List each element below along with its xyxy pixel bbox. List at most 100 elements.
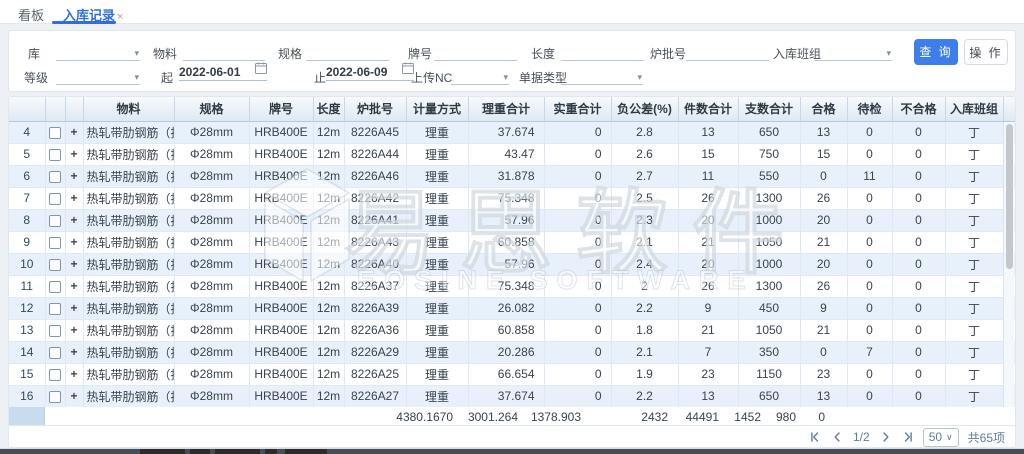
table-row[interactable]: 9+热轧带肋钢筋（抗震）Φ28mmHRB400E12m8226A43理重60.8… bbox=[9, 231, 1015, 253]
table-row[interactable]: 14+热轧带肋钢筋（抗震）Φ28mmHRB400E12m8226A29理重20.… bbox=[9, 341, 1015, 363]
cell-tol: 1.9 bbox=[611, 363, 678, 385]
warehouse-select[interactable]: ▾ bbox=[56, 41, 140, 61]
cell-material: 热轧带肋钢筋（抗震） bbox=[83, 385, 174, 407]
expand-row-icon[interactable]: + bbox=[70, 125, 77, 139]
row-checkbox[interactable] bbox=[49, 347, 61, 359]
material-input[interactable] bbox=[183, 41, 265, 61]
row-checkbox[interactable] bbox=[49, 193, 61, 205]
expand-row-icon[interactable]: + bbox=[70, 367, 77, 381]
batch-no-input[interactable] bbox=[686, 41, 769, 61]
cell-ok: 13 bbox=[800, 385, 847, 407]
cell-bars: 650 bbox=[738, 385, 800, 407]
cell-tol: 2.2 bbox=[611, 385, 678, 407]
expand-row-icon[interactable]: + bbox=[70, 213, 77, 227]
cell-tol: 2.8 bbox=[611, 121, 678, 143]
cell-cb bbox=[45, 319, 65, 341]
cell-no: 12 bbox=[9, 297, 45, 319]
cell-tol: 2.7 bbox=[611, 165, 678, 187]
table-row[interactable]: 12+热轧带肋钢筋（抗震）Φ28mmHRB400E12m8226A39理重26.… bbox=[9, 297, 1015, 319]
cell-bars: 1300 bbox=[738, 187, 800, 209]
cell-len: 12m bbox=[313, 319, 344, 341]
cell-pending: 0 bbox=[847, 275, 892, 297]
row-checkbox[interactable] bbox=[49, 171, 61, 183]
table-row[interactable]: 4+热轧带肋钢筋（抗震）Φ28mmHRB400E12m8226A45理重37.6… bbox=[9, 121, 1015, 143]
cell-bad: 0 bbox=[892, 253, 945, 275]
cell-spec: Φ28mm bbox=[174, 209, 249, 231]
table-row[interactable]: 7+热轧带肋钢筋（抗震）Φ28mmHRB400E12m8226A42理重75.3… bbox=[9, 187, 1015, 209]
prev-page-icon[interactable] bbox=[831, 431, 844, 443]
grade-select[interactable]: ▾ bbox=[56, 65, 140, 85]
cell-spec: Φ28mm bbox=[174, 165, 249, 187]
cell-cb bbox=[45, 297, 65, 319]
cell-pending: 11 bbox=[847, 165, 892, 187]
first-page-icon[interactable] bbox=[809, 431, 822, 443]
page-size-select[interactable]: 50∨ bbox=[923, 428, 959, 447]
table-row[interactable]: 5+热轧带肋钢筋（抗震）Φ28mmHRB400E12m8226A44理重43.4… bbox=[9, 143, 1015, 165]
cell-batch: 8226A45 bbox=[344, 121, 406, 143]
last-page-icon[interactable] bbox=[901, 431, 914, 443]
expand-row-icon[interactable]: + bbox=[70, 301, 77, 315]
calendar-icon[interactable] bbox=[255, 62, 267, 77]
cell-pieces: 21 bbox=[678, 231, 738, 253]
table-row[interactable]: 11+热轧带肋钢筋（抗震）Φ28mmHRB400E12m8226A37理重75.… bbox=[9, 275, 1015, 297]
close-tab-icon[interactable]: × bbox=[117, 11, 123, 23]
expand-row-icon[interactable]: + bbox=[70, 345, 77, 359]
next-page-icon[interactable] bbox=[879, 431, 892, 443]
row-checkbox[interactable] bbox=[49, 215, 61, 227]
date-from-input[interactable]: 2022-06-01 bbox=[179, 61, 267, 81]
table-row[interactable]: 15+热轧带肋钢筋（抗震）Φ28mmHRB400E12m8226A25理重66.… bbox=[9, 363, 1015, 385]
cell-pieces: 13 bbox=[678, 121, 738, 143]
table-row[interactable]: 8+热轧带肋钢筋（抗震）Φ28mmHRB400E12m8226A41理重57.9… bbox=[9, 209, 1015, 231]
expand-row-icon[interactable]: + bbox=[70, 279, 77, 293]
scrollbar-thumb[interactable] bbox=[1006, 124, 1013, 269]
row-checkbox[interactable] bbox=[49, 325, 61, 337]
inbound-team-select[interactable]: ▾ bbox=[814, 41, 892, 61]
doc-type-select[interactable]: ▾ bbox=[561, 65, 643, 85]
cell-ok: 0 bbox=[800, 165, 847, 187]
brand-input[interactable] bbox=[434, 41, 517, 61]
cell-plus: + bbox=[65, 121, 83, 143]
cell-bars: 1050 bbox=[738, 319, 800, 341]
cell-batch: 8226A42 bbox=[344, 187, 406, 209]
tab-kanban[interactable]: 看板 bbox=[18, 5, 44, 24]
expand-row-icon[interactable]: + bbox=[70, 389, 77, 403]
row-checkbox[interactable] bbox=[49, 303, 61, 315]
cell-ok: 20 bbox=[800, 209, 847, 231]
row-checkbox[interactable] bbox=[49, 281, 61, 293]
row-checkbox[interactable] bbox=[49, 127, 61, 139]
table-row[interactable]: 6+热轧带肋钢筋（抗震）Φ28mmHRB400E12m8226A46理重31.8… bbox=[9, 165, 1015, 187]
cell-team: 丁 bbox=[945, 297, 1003, 319]
row-checkbox[interactable] bbox=[49, 369, 61, 381]
cell-material: 热轧带肋钢筋（抗震） bbox=[83, 121, 174, 143]
row-checkbox[interactable] bbox=[49, 149, 61, 161]
cell-ok: 23 bbox=[800, 363, 847, 385]
expand-row-icon[interactable]: + bbox=[70, 323, 77, 337]
table-row[interactable]: 13+热轧带肋钢筋（抗震）Φ28mmHRB400E12m8226A36理重60.… bbox=[9, 319, 1015, 341]
cell-no: 8 bbox=[9, 209, 45, 231]
row-checkbox[interactable] bbox=[49, 237, 61, 249]
table-row[interactable]: 10+热轧带肋钢筋（抗震）Φ28mmHRB400E12m8226A40理重57.… bbox=[9, 253, 1015, 275]
query-button[interactable]: 查 询 bbox=[914, 39, 958, 65]
cell-spec: Φ28mm bbox=[174, 363, 249, 385]
expand-row-icon[interactable]: + bbox=[70, 257, 77, 271]
vertical-scrollbar[interactable] bbox=[1003, 122, 1014, 407]
length-label: 长度 bbox=[531, 45, 555, 62]
cell-actual: 0 bbox=[544, 297, 611, 319]
row-checkbox[interactable] bbox=[49, 391, 61, 403]
cell-plus: + bbox=[65, 275, 83, 297]
cell-bad: 0 bbox=[892, 143, 945, 165]
expand-row-icon[interactable]: + bbox=[70, 235, 77, 249]
expand-row-icon[interactable]: + bbox=[70, 147, 77, 161]
cell-ok: 26 bbox=[800, 275, 847, 297]
table-row[interactable]: 16+热轧带肋钢筋（抗震）Φ28mmHRB400E12m8226A27理重37.… bbox=[9, 385, 1015, 407]
length-input[interactable] bbox=[561, 41, 644, 61]
expand-row-icon[interactable]: + bbox=[70, 191, 77, 205]
expand-row-icon[interactable]: + bbox=[70, 169, 77, 183]
row-checkbox[interactable] bbox=[49, 259, 61, 271]
cell-bad: 0 bbox=[892, 165, 945, 187]
date-to-input[interactable]: 2022-06-09 bbox=[326, 61, 414, 81]
cell-pieces: 21 bbox=[678, 319, 738, 341]
spec-input[interactable] bbox=[306, 41, 389, 61]
action-button[interactable]: 操 作 bbox=[964, 39, 1008, 65]
upload-nc-select[interactable]: ▾ bbox=[451, 65, 509, 85]
